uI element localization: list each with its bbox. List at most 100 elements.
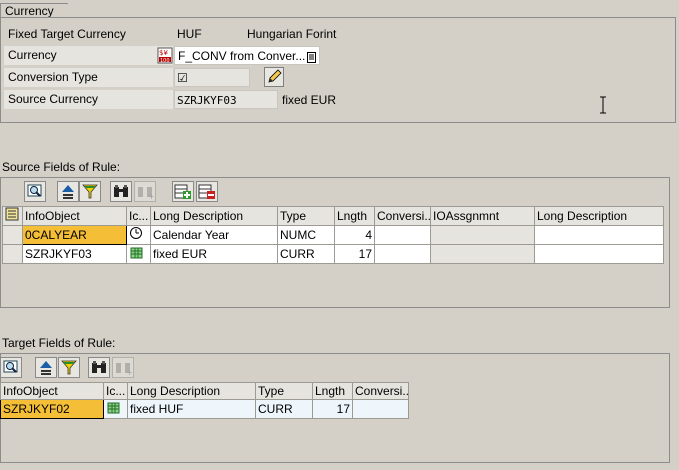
icon-cell [103, 399, 128, 419]
column-header-long-description-2[interactable]: Long Description [534, 206, 664, 226]
column-header-conversion[interactable]: Conversi... [374, 206, 431, 226]
clock-icon [130, 227, 142, 239]
select-all-cell[interactable] [2, 206, 23, 226]
source-details-button[interactable] [24, 181, 46, 202]
type-cell[interactable]: CURR [277, 244, 335, 264]
table-row[interactable]: 0CALYEAR Calendar Year NUMC 4 [2, 225, 664, 245]
icon-cell [126, 244, 151, 264]
keyfigure-icon [130, 247, 143, 259]
description-cell[interactable]: fixed EUR [150, 244, 278, 264]
length-cell[interactable]: 4 [334, 225, 375, 245]
column-header-icon[interactable]: Ic... [126, 206, 151, 226]
infoobject-cell[interactable]: SZRJKYF03 [22, 244, 127, 264]
source-toolbar: + [24, 181, 224, 202]
source-table-header: InfoObject Ic... Long Description Type L… [2, 206, 664, 226]
column-header-long-description[interactable]: Long Description [127, 382, 256, 400]
sort-ascending-icon [40, 361, 52, 375]
source-insert-row-button[interactable] [172, 181, 194, 202]
column-header-infoobject[interactable]: InfoObject [22, 206, 127, 226]
svg-text:+: + [126, 368, 133, 377]
column-header-length[interactable]: Lngth [334, 206, 375, 226]
delete-row-icon [198, 184, 215, 199]
column-header-icon[interactable]: Ic... [103, 382, 128, 400]
table-row[interactable]: SZRJKYF03 fixed EUR CURR 17 [2, 244, 664, 264]
column-header-long-description[interactable]: Long Description [150, 206, 278, 226]
table-row[interactable]: SZRJKYF02 fixed HUF CURR 17 [0, 399, 409, 419]
conversion-cell[interactable] [352, 399, 409, 419]
description-cell[interactable]: fixed HUF [127, 399, 256, 419]
sort-ascending-icon [62, 185, 74, 199]
column-header-type[interactable]: Type [277, 206, 335, 226]
length-cell[interactable]: 17 [312, 399, 353, 419]
source-currency-label: Source Currency [4, 90, 173, 109]
source-find-button[interactable] [110, 181, 132, 202]
conversion-cell[interactable] [374, 244, 431, 264]
binoculars-icon [92, 361, 106, 373]
svg-text:$¥: $¥ [159, 49, 168, 57]
source-currency-description: fixed EUR [282, 93, 337, 107]
ioassignment-cell[interactable] [430, 225, 535, 245]
infoobject-cell[interactable]: 0CALYEAR [22, 225, 127, 245]
fixed-target-currency-description: Hungarian Forint [247, 27, 337, 41]
column-header-conversion[interactable]: Conversi... [352, 382, 409, 400]
fixed-target-currency-value: HUF [177, 27, 202, 41]
currency-label: Currency [4, 46, 173, 65]
long-description-cell[interactable] [534, 244, 664, 264]
currency-field[interactable]: F_CONV from Conver... [174, 46, 320, 65]
conversion-cell[interactable] [374, 225, 431, 245]
svg-text:+: + [148, 192, 155, 201]
row-selector[interactable] [2, 244, 23, 264]
target-details-button[interactable] [0, 357, 22, 378]
source-find-next-button[interactable]: + [134, 181, 156, 202]
fixed-target-currency-label: Fixed Target Currency [8, 27, 126, 41]
column-header-ioassignment[interactable]: IOAssgnmnt [430, 206, 535, 226]
ioassignment-cell[interactable] [430, 244, 535, 264]
description-cell[interactable]: Calendar Year [150, 225, 278, 245]
column-header-type[interactable]: Type [255, 382, 313, 400]
conversion-type-label: Conversion Type [4, 68, 173, 87]
source-fields-table: InfoObject Ic... Long Description Type L… [2, 206, 664, 264]
edit-pencil-button[interactable] [264, 67, 284, 87]
document-icon[interactable] [307, 50, 316, 63]
target-table-header: InfoObject Ic... Long Description Type L… [0, 382, 409, 400]
target-fields-table: InfoObject Ic... Long Description Type L… [0, 382, 409, 419]
source-filter-button[interactable] [79, 181, 101, 202]
currency-variable-icon[interactable]: $¥ 100 [157, 47, 173, 64]
icon-cell [126, 225, 151, 245]
target-fields-title: Target Fields of Rule: [2, 336, 116, 350]
column-header-infoobject[interactable]: InfoObject [0, 382, 104, 400]
row-selector[interactable] [2, 225, 23, 245]
source-currency-field[interactable]: SZRJKYF03 [174, 90, 278, 109]
magnifier-icon [27, 184, 42, 197]
column-header-length[interactable]: Lngth [312, 382, 353, 400]
target-toolbar: + [0, 357, 140, 378]
find-next-icon: + [138, 187, 155, 201]
target-find-next-button[interactable]: + [112, 357, 134, 378]
type-cell[interactable]: NUMC [277, 225, 335, 245]
pencil-icon [268, 69, 282, 83]
long-description-cell[interactable] [534, 225, 664, 245]
select-all-icon [5, 207, 19, 221]
svg-text:100: 100 [160, 58, 170, 64]
filter-icon [82, 184, 98, 199]
length-cell[interactable]: 17 [334, 244, 375, 264]
target-filter-button[interactable] [58, 357, 80, 378]
filter-icon [61, 360, 77, 375]
text-cursor-icon [600, 96, 606, 114]
type-cell[interactable]: CURR [255, 399, 313, 419]
find-next-icon: + [116, 363, 133, 377]
conversion-type-checkbox[interactable]: ☑ [177, 71, 188, 85]
binoculars-icon [114, 185, 128, 197]
target-find-button[interactable] [88, 357, 110, 378]
keyfigure-icon [107, 402, 120, 414]
magnifier-icon [3, 360, 18, 373]
source-sort-ascending-button[interactable] [57, 181, 79, 202]
insert-row-icon [174, 184, 191, 199]
currency-group-title: Currency [0, 3, 75, 19]
conversion-type-field[interactable]: ☑ [174, 68, 250, 87]
source-fields-title: Source Fields of Rule: [2, 160, 121, 174]
source-delete-row-button[interactable] [196, 181, 218, 202]
currency-field-value: F_CONV from Conver... [178, 49, 306, 63]
target-sort-ascending-button[interactable] [35, 357, 57, 378]
infoobject-cell[interactable]: SZRJKYF02 [0, 399, 104, 419]
